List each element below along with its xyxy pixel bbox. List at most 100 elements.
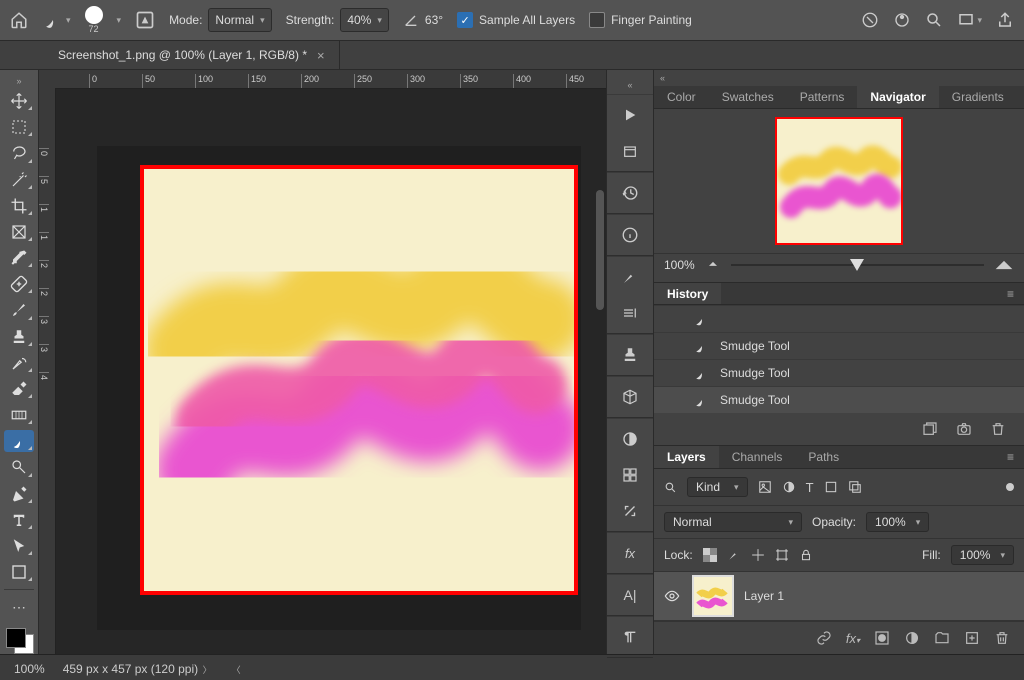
history-row[interactable]: Smudge Tool xyxy=(654,386,1024,413)
color-swatches[interactable] xyxy=(4,626,34,654)
horizontal-ruler[interactable]: 050100150200250300350400450 xyxy=(55,70,606,89)
move-tool[interactable] xyxy=(4,90,34,112)
status-zoom[interactable]: 100% xyxy=(14,662,45,676)
styles-dock-icon[interactable] xyxy=(616,463,644,487)
share-icon[interactable] xyxy=(996,11,1014,29)
glyphs-dock-icon[interactable]: A| xyxy=(616,583,644,607)
filter-image-icon[interactable] xyxy=(758,480,772,494)
clone-dock-icon[interactable] xyxy=(616,343,644,367)
modify-dock-icon[interactable] xyxy=(616,499,644,523)
history-row[interactable]: Smudge Tool xyxy=(654,359,1024,386)
expand-dock-icon[interactable]: « xyxy=(627,80,632,90)
document-tab[interactable]: Screenshot_1.png @ 100% (Layer 1, RGB/8)… xyxy=(44,41,340,69)
vertical-ruler[interactable]: 051122334 xyxy=(39,88,56,654)
history-brush-tool[interactable] xyxy=(4,352,34,374)
history-dock-icon[interactable] xyxy=(616,181,644,205)
zoom-out-icon[interactable] xyxy=(705,260,721,270)
history-trash-icon[interactable] xyxy=(990,421,1006,437)
layer-name[interactable]: Layer 1 xyxy=(744,589,784,603)
lock-paint-icon[interactable] xyxy=(727,548,741,562)
lock-all-icon[interactable] xyxy=(799,548,813,562)
pressure-opacity-icon[interactable] xyxy=(861,11,879,29)
layer-row[interactable]: Layer 1 xyxy=(654,572,1024,621)
vertical-scrollbar[interactable] xyxy=(596,190,604,310)
panel-tab-color[interactable]: Color xyxy=(654,86,709,108)
layer-filter-dropdown[interactable]: Kind▾ xyxy=(687,477,748,497)
filter-toggle[interactable] xyxy=(1006,483,1014,491)
navigator-preview[interactable] xyxy=(654,109,1024,253)
gradient-tool[interactable] xyxy=(4,404,34,426)
3d-dock-icon[interactable] xyxy=(616,385,644,409)
lock-position-icon[interactable] xyxy=(751,548,765,562)
lock-artboard-icon[interactable] xyxy=(775,548,789,562)
eraser-tool[interactable] xyxy=(4,378,34,400)
history-panel-menu-icon[interactable]: ≡ xyxy=(997,283,1024,305)
crop-tool[interactable] xyxy=(4,195,34,217)
status-dims[interactable]: 459 px x 457 px (120 ppi) xyxy=(63,662,198,676)
nav-zoom-slider[interactable] xyxy=(731,256,984,274)
panel-tab-channels[interactable]: Channels xyxy=(719,446,796,468)
filter-smart-icon[interactable] xyxy=(848,480,862,494)
fill-input[interactable]: 100%▾ xyxy=(951,545,1014,565)
link-layers-icon[interactable] xyxy=(816,630,832,646)
adjustment-layer-icon[interactable] xyxy=(904,630,920,646)
zoom-in-icon[interactable] xyxy=(994,259,1014,271)
angle-value[interactable]: 63° xyxy=(425,13,443,27)
document-canvas[interactable] xyxy=(140,165,578,595)
fx-icon[interactable]: fx▾ xyxy=(846,631,860,646)
panel-tab-patterns[interactable]: Patterns xyxy=(787,86,858,108)
search-layers-icon[interactable] xyxy=(664,481,677,494)
sample-all-layers-checkbox[interactable]: ✓Sample All Layers xyxy=(457,12,575,28)
brush-panel-icon[interactable] xyxy=(135,10,155,30)
close-tab-icon[interactable]: × xyxy=(317,48,325,63)
dodge-tool[interactable] xyxy=(4,456,34,478)
layers-panel-menu-icon[interactable]: ≡ xyxy=(997,446,1024,468)
search-icon[interactable] xyxy=(925,11,943,29)
info-dock-icon[interactable] xyxy=(616,223,644,247)
camera-icon[interactable] xyxy=(956,421,972,437)
trash-icon[interactable] xyxy=(994,630,1010,646)
nav-panel-menu-icon[interactable]: ≡ xyxy=(1017,86,1024,108)
screen-mode-icon[interactable]: ▾ xyxy=(957,11,982,29)
mask-icon[interactable] xyxy=(874,630,890,646)
strength-input[interactable]: 40%▾ xyxy=(340,8,389,32)
marquee-tool[interactable] xyxy=(4,116,34,138)
eyedropper-tool[interactable] xyxy=(4,247,34,269)
canvas-area[interactable]: 050100150200250300350400450 051122334 xyxy=(39,70,606,654)
smudge-tool[interactable] xyxy=(4,430,34,452)
nav-zoom-value[interactable]: 100% xyxy=(664,258,695,272)
pen-tool[interactable] xyxy=(4,483,34,505)
new-snapshot-icon[interactable] xyxy=(922,421,938,437)
brush-preset-button[interactable]: 72 xyxy=(85,6,103,34)
filter-shape-icon[interactable] xyxy=(824,480,838,494)
more-tools[interactable]: ⋯ xyxy=(4,596,34,618)
visibility-icon[interactable] xyxy=(662,588,682,604)
group-icon[interactable] xyxy=(934,630,950,646)
play-action-icon[interactable] xyxy=(616,103,644,127)
fx-dock-icon[interactable]: fx xyxy=(616,541,644,565)
filter-adjust-icon[interactable] xyxy=(782,480,796,494)
brushes-dock-icon[interactable] xyxy=(616,265,644,289)
shape-tool[interactable] xyxy=(4,561,34,583)
history-row[interactable]: Smudge Tool xyxy=(654,332,1024,359)
stamp-tool[interactable] xyxy=(4,326,34,348)
lock-transparent-icon[interactable] xyxy=(703,548,717,562)
filter-type-icon[interactable]: T xyxy=(806,480,814,495)
tool-preset-button[interactable]: ▾ xyxy=(42,10,71,30)
lasso-tool[interactable] xyxy=(4,142,34,164)
panel-tab-layers[interactable]: Layers xyxy=(654,446,719,468)
brush-tool[interactable] xyxy=(4,299,34,321)
adjustments-dock-icon[interactable] xyxy=(616,427,644,451)
history-tab[interactable]: History xyxy=(654,283,721,305)
wand-tool[interactable] xyxy=(4,169,34,191)
cloud-icon[interactable] xyxy=(893,11,911,29)
heal-tool[interactable] xyxy=(4,273,34,295)
mode-dropdown[interactable]: Normal▾ xyxy=(208,8,271,32)
properties-icon[interactable] xyxy=(616,139,644,163)
panel-tab-paths[interactable]: Paths xyxy=(795,446,852,468)
type-tool[interactable] xyxy=(4,509,34,531)
frame-tool[interactable] xyxy=(4,221,34,243)
brush-settings-dock-icon[interactable] xyxy=(616,301,644,325)
finger-painting-checkbox[interactable]: Finger Painting xyxy=(589,12,692,28)
panel-tab-navigator[interactable]: Navigator xyxy=(857,86,938,108)
